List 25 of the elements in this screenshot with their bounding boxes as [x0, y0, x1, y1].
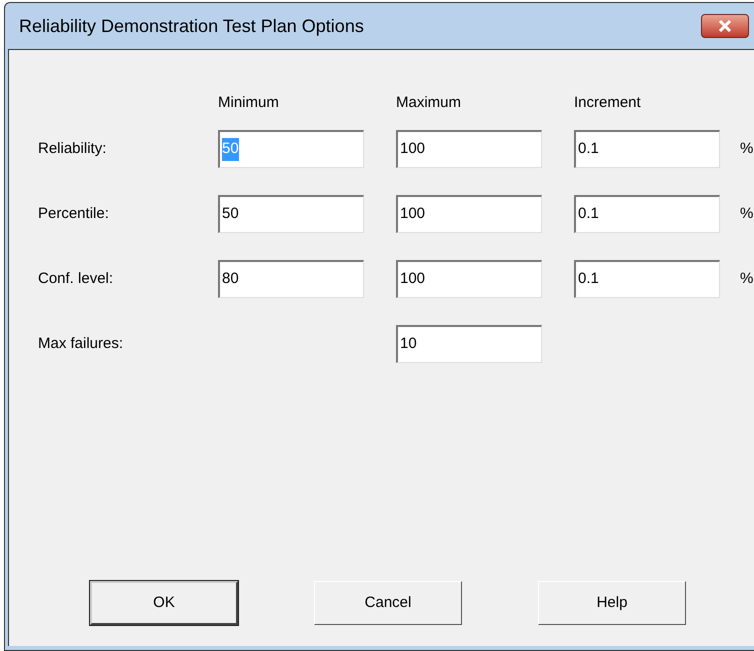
column-header: Increment — [574, 94, 641, 111]
input-field[interactable]: 0.1 — [574, 130, 720, 168]
unit-label: % — [740, 204, 754, 224]
input-field[interactable]: 100 — [396, 260, 542, 298]
field-label: Conf. level: — [38, 270, 114, 287]
field-label: Max failures: — [38, 335, 124, 352]
window-title: Reliability Demonstration Test Plan Options — [19, 14, 364, 38]
dialog-button[interactable]: OK — [90, 581, 238, 625]
input-field[interactable]: 0.1 — [574, 195, 720, 233]
unit-label: % — [740, 268, 754, 289]
input-field[interactable]: 100 — [396, 195, 542, 233]
input-field[interactable]: 50 — [218, 195, 364, 233]
dialog-button[interactable]: Help — [538, 581, 686, 625]
dialog-button[interactable]: Cancel — [314, 581, 462, 625]
close-icon — [718, 20, 732, 32]
input-field[interactable]: 0.1 — [574, 260, 720, 298]
input-field[interactable]: 80 — [218, 260, 364, 298]
field-label: Percentile: — [38, 205, 109, 222]
column-header: Minimum — [218, 94, 279, 111]
close-button[interactable] — [701, 14, 749, 38]
input-field[interactable]: 100 — [396, 130, 542, 168]
input-field[interactable]: 10 — [396, 325, 542, 363]
column-header: Maximum — [396, 94, 462, 111]
field-label: Reliability: — [38, 140, 106, 157]
unit-label: % — [740, 138, 754, 159]
